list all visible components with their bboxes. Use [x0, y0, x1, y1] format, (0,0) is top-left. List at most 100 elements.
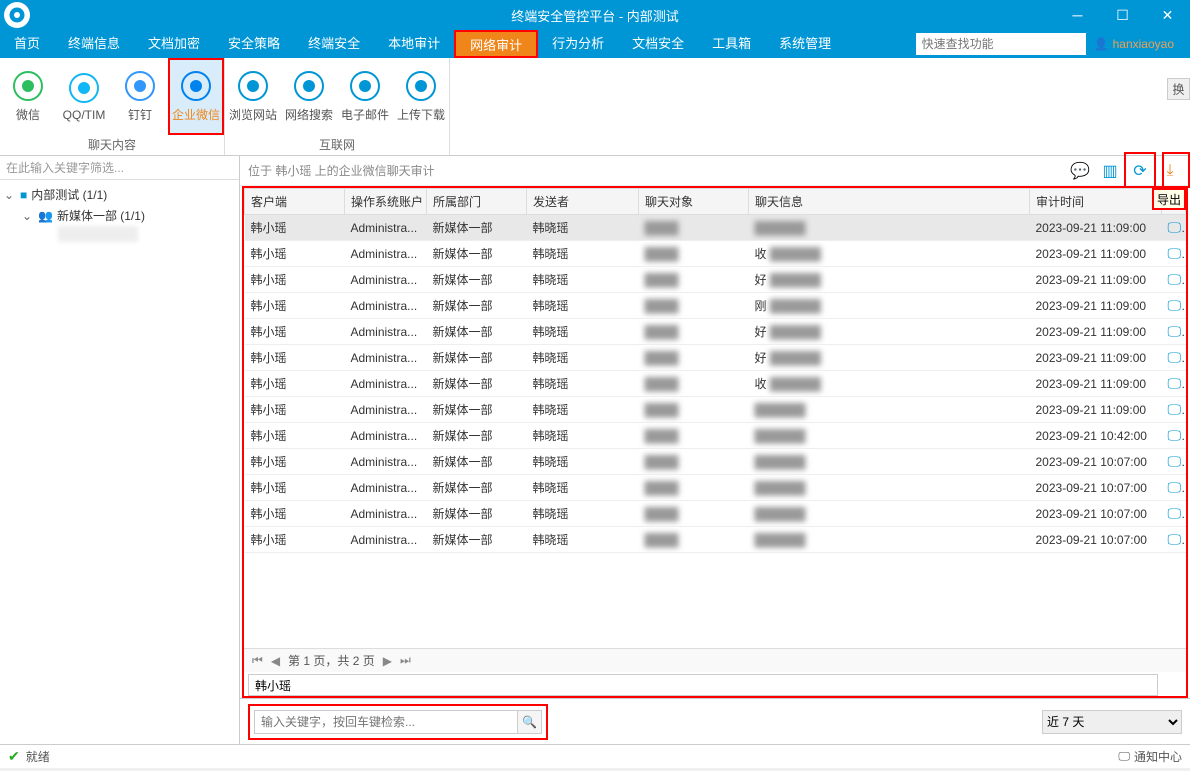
monitor-icon: 🖵	[1168, 271, 1186, 287]
pager-prev-icon[interactable]: ◀	[271, 654, 280, 668]
menu-tab-6[interactable]: 网络审计	[454, 30, 538, 58]
search-icon[interactable]: 网络搜索	[281, 58, 337, 135]
tree-filter-input[interactable]: 在此输入关键字筛选...	[0, 156, 239, 180]
table-row[interactable]: 韩小瑶Administra...新媒体一部韩晓瑶████ ██████2023-…	[245, 501, 1186, 527]
notification-center[interactable]: 🖵 通知中心	[1118, 748, 1182, 765]
window-title: 终端安全管控平台 - 内部测试	[511, 6, 679, 25]
bottom-bar: 🔍 近 7 天	[240, 698, 1190, 744]
titlebar: 终端安全管控平台 - 内部测试 ─ ☐ ✕	[0, 0, 1190, 30]
side-panel-toggle[interactable]: 换	[1167, 78, 1190, 100]
user-label[interactable]: 👤 hanxiaoyao	[1094, 37, 1174, 51]
email-icon[interactable]: 电子邮件	[337, 58, 393, 135]
table-row[interactable]: 韩小瑶Administra...新媒体一部韩晓瑶████收 ██████2023…	[245, 371, 1186, 397]
wecom-icon	[180, 70, 212, 102]
monitor-icon: 🖵	[1168, 323, 1186, 339]
tree-child[interactable]: ⌄ 👥 新媒体一部 (1/1)	[22, 205, 235, 226]
col-header[interactable]: 聊天信息	[749, 189, 1030, 215]
keyword-search-input[interactable]	[254, 710, 518, 734]
tree-leaf[interactable]	[58, 226, 138, 242]
quick-search-input[interactable]	[916, 33, 1086, 55]
table-row[interactable]: 韩小瑶Administra...新媒体一部韩晓瑶████ ██████2023-…	[245, 527, 1186, 553]
table-row[interactable]: 韩小瑶Administra...新媒体一部韩晓瑶████ ██████2023-…	[245, 449, 1186, 475]
ribbon: 微信QQ/TIM钉钉企业微信 聊天内容 浏览网站网络搜索电子邮件上传下载 互联网	[0, 58, 1190, 156]
audit-table: 客户端操作系统账户所属部门发送者聊天对象聊天信息审计时间 韩小瑶Administ…	[242, 186, 1188, 698]
table-row[interactable]: 韩小瑶Administra...新媒体一部韩晓瑶████好 ██████2023…	[245, 267, 1186, 293]
qq-icon	[68, 72, 100, 104]
close-button[interactable]: ✕	[1145, 0, 1190, 30]
browse-icon[interactable]: 浏览网站	[225, 58, 281, 135]
detail-name-field[interactable]	[248, 674, 1158, 696]
org-icon: ■	[20, 188, 27, 202]
screen-icon: 🖵	[1118, 749, 1130, 764]
time-range-select[interactable]: 近 7 天	[1042, 710, 1182, 734]
breadcrumb: 位于 韩小瑶 上的企业微信聊天审计	[248, 162, 435, 179]
tree-root[interactable]: ⌄ ■ 内部测试 (1/1)	[4, 184, 235, 205]
col-header[interactable]: 审计时间	[1030, 189, 1162, 215]
table-row[interactable]: 韩小瑶Administra...新媒体一部韩晓瑶████ ██████2023-…	[245, 423, 1186, 449]
menubar: 首页终端信息文档加密安全策略终端安全本地审计网络审计行为分析文档安全工具箱系统管…	[0, 30, 1190, 58]
table-row[interactable]: 韩小瑶Administra...新媒体一部韩晓瑶████好 ██████2023…	[245, 319, 1186, 345]
col-header[interactable]: 所属部门	[427, 189, 527, 215]
monitor-icon: 🖵	[1168, 245, 1186, 261]
status-check-icon: ✔	[8, 748, 20, 765]
col-header[interactable]: 发送者	[527, 189, 639, 215]
menu-tab-7[interactable]: 行为分析	[538, 30, 618, 58]
table-row[interactable]: 韩小瑶Administra...新媒体一部韩晓瑶████ ██████2023-…	[245, 397, 1186, 423]
table-row[interactable]: 韩小瑶Administra...新媒体一部韩晓瑶████好 ██████2023…	[245, 345, 1186, 371]
monitor-icon: 🖵	[1168, 505, 1186, 521]
menu-tab-10[interactable]: 系统管理	[765, 30, 845, 58]
menu-tab-5[interactable]: 本地审计	[374, 30, 454, 58]
pager-last-icon[interactable]: ⏭	[400, 653, 411, 668]
user-icon: 👤	[1094, 37, 1109, 51]
menu-tab-4[interactable]: 终端安全	[294, 30, 374, 58]
collapse-icon: ⌄	[22, 209, 34, 223]
sidebar: 在此输入关键字筛选... ⌄ ■ 内部测试 (1/1) ⌄ 👥 新媒体一部 (1…	[0, 156, 240, 744]
main-panel: 位于 韩小瑶 上的企业微信聊天审计 💬 ▥ ⟳ ⤓ 客户端操作系统账户所属部门发…	[240, 156, 1190, 744]
monitor-icon: 🖵	[1168, 349, 1186, 365]
wecom-icon[interactable]: 企业微信	[168, 58, 224, 135]
col-header[interactable]: 客户端	[245, 189, 345, 215]
menu-tab-0[interactable]: 首页	[0, 30, 54, 58]
menu-tab-2[interactable]: 文档加密	[134, 30, 214, 58]
qq-icon[interactable]: QQ/TIM	[56, 58, 112, 135]
menu-tab-9[interactable]: 工具箱	[698, 30, 765, 58]
search-icon	[293, 70, 325, 102]
email-icon	[349, 70, 381, 102]
monitor-icon: 🖵	[1168, 375, 1186, 391]
table-row[interactable]: 韩小瑶Administra...新媒体一部韩晓瑶████收 ██████2023…	[245, 241, 1186, 267]
col-header[interactable]: 聊天对象	[639, 189, 749, 215]
menu-tab-1[interactable]: 终端信息	[54, 30, 134, 58]
monitor-icon: 🖵	[1168, 427, 1186, 443]
pager-next-icon[interactable]: ▶	[383, 654, 392, 668]
dingtalk-icon[interactable]: 钉钉	[112, 58, 168, 135]
wechat-icon	[12, 70, 44, 102]
statusbar: ✔ 就绪 🖵 通知中心	[0, 744, 1190, 768]
menu-tab-8[interactable]: 文档安全	[618, 30, 698, 58]
ribbon-group-chat-label: 聊天内容	[0, 135, 224, 155]
status-text: 就绪	[26, 748, 50, 765]
pager-first-icon[interactable]: ⏮	[252, 653, 263, 668]
monitor-icon: 🖵	[1168, 219, 1186, 235]
app-logo-icon	[4, 2, 30, 28]
monitor-icon: 🖵	[1168, 453, 1186, 469]
maximize-button[interactable]: ☐	[1100, 0, 1145, 30]
quick-search[interactable]	[916, 33, 1086, 55]
list-view-icon[interactable]: ▥	[1098, 159, 1122, 183]
search-button[interactable]: 🔍	[518, 710, 542, 734]
collapse-icon: ⌄	[4, 188, 16, 202]
wechat-icon[interactable]: 微信	[0, 58, 56, 135]
browse-icon	[237, 70, 269, 102]
col-header[interactable]: 操作系统账户	[345, 189, 427, 215]
table-row[interactable]: 韩小瑶Administra...新媒体一部韩晓瑶████ ██████2023-…	[245, 215, 1186, 241]
monitor-icon: 🖵	[1168, 531, 1186, 547]
chat-bubble-icon[interactable]: 💬	[1068, 159, 1092, 183]
menu-tab-3[interactable]: 安全策略	[214, 30, 294, 58]
pager: ⏮ ◀ 第 1 页，共 2 页 ▶ ⏭	[244, 648, 1186, 672]
export-tooltip: 导出	[1152, 188, 1186, 210]
minimize-button[interactable]: ─	[1055, 0, 1100, 30]
ribbon-group-net-label: 互联网	[225, 135, 449, 155]
table-row[interactable]: 韩小瑶Administra...新媒体一部韩晓瑶████ ██████2023-…	[245, 475, 1186, 501]
table-row[interactable]: 韩小瑶Administra...新媒体一部韩晓瑶████刚 ██████2023…	[245, 293, 1186, 319]
pager-label: 第 1 页，共 2 页	[288, 652, 375, 669]
updown-icon[interactable]: 上传下载	[393, 58, 449, 135]
